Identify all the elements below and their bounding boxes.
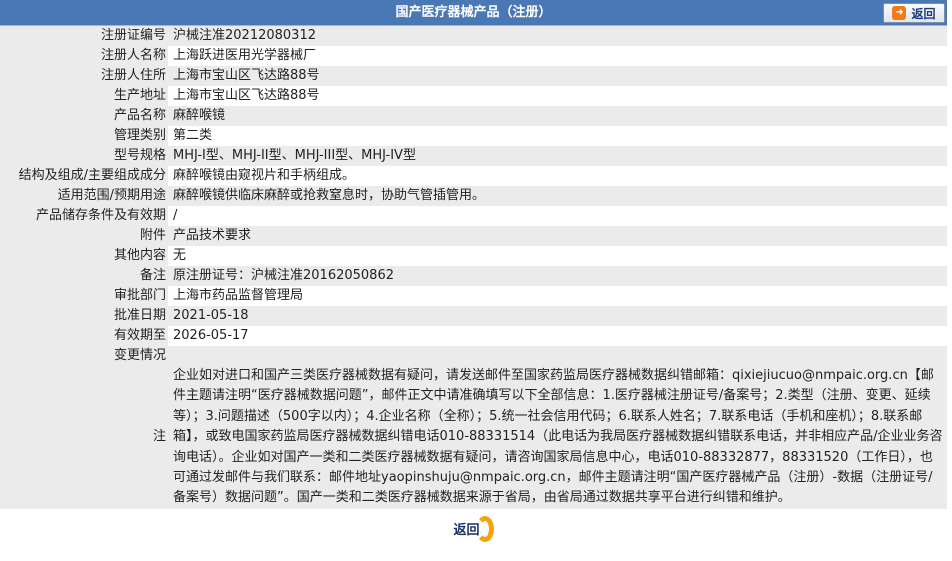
row-structure: 结构及组成/主要组成成分 麻醉喉镜由窥视片和手柄组成。	[0, 166, 947, 186]
detail-table: 注册证编号 沪械注准20212080312 注册人名称 上海跃进医用光学器械厂 …	[0, 26, 947, 509]
back-button-bottom-label: 返回	[453, 523, 480, 539]
field-value	[168, 346, 947, 366]
field-value: 产品技术要求	[168, 226, 947, 246]
row-registrant-address: 注册人住所 上海市宝山区飞达路88号	[0, 66, 947, 86]
field-label: 注册证编号	[0, 26, 168, 46]
field-value: 上海市宝山区飞达路88号	[168, 86, 947, 106]
field-label: 注册人名称	[0, 46, 168, 66]
field-label: 其他内容	[0, 246, 168, 266]
field-value: 麻醉喉镜供临床麻醉或抢救窒息时，协助气管插管用。	[168, 186, 947, 206]
field-value: 沪械注准20212080312	[168, 26, 947, 46]
back-button-bottom[interactable]: 返回	[453, 515, 494, 542]
field-label: 有效期至	[0, 326, 168, 346]
field-value: 第二类	[168, 126, 947, 146]
field-label: 注册人住所	[0, 66, 168, 86]
row-product-name: 产品名称 麻醉喉镜	[0, 106, 947, 126]
row-intended-use: 适用范围/预期用途 麻醉喉镜供临床麻醉或抢救窒息时，协助气管插管用。	[0, 186, 947, 206]
row-attachment: 附件 产品技术要求	[0, 226, 947, 246]
field-value: 麻醉喉镜	[168, 106, 947, 126]
field-label: 变更情况	[0, 346, 168, 366]
row-change-info: 变更情况	[0, 346, 947, 366]
field-label: 产品名称	[0, 106, 168, 126]
field-value: 原注册证号：沪械注准20162050862	[168, 266, 947, 286]
field-value: MHJ-I型、MHJ-II型、MHJ-III型、MHJ-IV型	[168, 146, 947, 166]
field-value: 麻醉喉镜由窥视片和手柄组成。	[168, 166, 947, 186]
row-remark: 备注 原注册证号：沪械注准20162050862	[0, 266, 947, 286]
field-value: 上海跃进医用光学器械厂	[168, 46, 947, 66]
field-label: 批准日期	[0, 306, 168, 326]
row-production-address: 生产地址 上海市宝山区飞达路88号	[0, 86, 947, 106]
note-text: 企业如对进口和国产三类医疗器械数据有疑问，请发送邮件至国家药监局医疗器械数据纠错…	[168, 366, 947, 509]
row-registration-number: 注册证编号 沪械注准20212080312	[0, 26, 947, 46]
row-management-category: 管理类别 第二类	[0, 126, 947, 146]
field-label: 产品储存条件及有效期	[0, 206, 168, 226]
row-approval-date: 批准日期 2021-05-18	[0, 306, 947, 326]
field-label: 结构及组成/主要组成成分	[0, 166, 168, 186]
field-label: 附件	[0, 226, 168, 246]
page-title: 国产医疗器械产品（注册）	[395, 5, 552, 20]
row-note: 注 企业如对进口和国产三类医疗器械数据有疑问，请发送邮件至国家药监局医疗器械数据…	[0, 366, 947, 509]
page-footer: 返回	[0, 509, 947, 549]
field-label: 适用范围/预期用途	[0, 186, 168, 206]
page-header: 国产医疗器械产品（注册） ➜ 返回	[0, 0, 947, 26]
row-other-content: 其他内容 无	[0, 246, 947, 266]
row-model-spec: 型号规格 MHJ-I型、MHJ-II型、MHJ-III型、MHJ-IV型	[0, 146, 947, 166]
arrow-right-icon: ➜	[892, 6, 907, 20]
field-value: 上海市药品监督管理局	[168, 286, 947, 306]
field-value: 无	[168, 246, 947, 266]
field-label: 审批部门	[0, 286, 168, 306]
field-label: 型号规格	[0, 146, 168, 166]
row-valid-until: 有效期至 2026-05-17	[0, 326, 947, 346]
row-storage: 产品储存条件及有效期 /	[0, 206, 947, 226]
field-value: 上海市宝山区飞达路88号	[168, 66, 947, 86]
field-label: 管理类别	[0, 126, 168, 146]
field-value: 2021-05-18	[168, 306, 947, 326]
field-label: 生产地址	[0, 86, 168, 106]
row-registrant-name: 注册人名称 上海跃进医用光学器械厂	[0, 46, 947, 66]
field-value: /	[168, 206, 947, 226]
back-button-top-label: 返回	[911, 6, 936, 21]
row-approval-dept: 审批部门 上海市药品监督管理局	[0, 286, 947, 306]
back-button-top[interactable]: ➜ 返回	[883, 3, 945, 23]
field-label: 备注	[0, 266, 168, 286]
field-value: 2026-05-17	[168, 326, 947, 346]
note-label: 注	[0, 366, 168, 509]
